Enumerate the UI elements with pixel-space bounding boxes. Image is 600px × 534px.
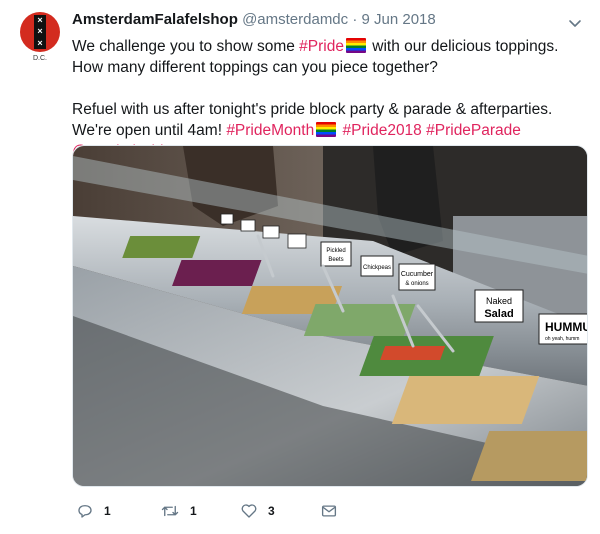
direct-message-button[interactable] [320, 502, 338, 520]
heart-icon [241, 504, 257, 518]
sign-text: Pickled [326, 248, 345, 254]
sign-cucumber: Cucumber & onions [398, 263, 436, 291]
sign-naked-salad: Naked Salad [474, 289, 524, 323]
sign-text: Naked [486, 296, 512, 306]
sign-hummus: HUMMU oh yeah, humm [538, 313, 588, 345]
avatar-band: × × × [34, 15, 46, 49]
retweet-count: 1 [190, 504, 197, 518]
sign-text: Chickpeas [363, 265, 391, 271]
reply-count: 1 [104, 504, 111, 518]
sign-pickled-beets: Pickled Beets [320, 241, 352, 267]
tweet-header: AmsterdamFalafelshop @amsterdamdc · 9 Ju… [72, 11, 436, 28]
tray-red-cabbage [172, 260, 262, 286]
tweet-photo[interactable]: Naked Salad HUMMU oh yeah, humm Cucumber… [72, 145, 588, 487]
envelope-icon [321, 505, 337, 517]
tweet-paragraph-1: We challenge you to show some #Pride wit… [72, 36, 582, 78]
tweet-actions: 1 1 3 [72, 500, 372, 522]
sign-text: HUMMU [545, 320, 588, 334]
sign-text: Beets [328, 257, 343, 263]
text-segment: We challenge you to show some [72, 38, 300, 55]
hashtag-prideparade[interactable]: #PrideParade [426, 122, 521, 139]
avatar[interactable]: × × × [20, 12, 60, 52]
photo-illustration: Naked Salad HUMMU oh yeah, humm Cucumber… [73, 146, 588, 486]
retweet-button[interactable]: 1 [160, 502, 197, 520]
sign-chickpeas: Chickpeas [360, 255, 394, 277]
avatar-mark: × [37, 37, 43, 48]
like-count: 3 [268, 504, 275, 518]
like-button[interactable]: 3 [240, 502, 275, 520]
rainbow-flag-icon [316, 122, 337, 137]
rainbow-flag-icon [345, 38, 366, 53]
avatar-mark: × [37, 26, 43, 37]
tray-falafel [471, 431, 587, 481]
sign-text: Salad [484, 308, 513, 320]
avatar-caption: D.C. [33, 55, 47, 62]
tweet: × × × D.C. AmsterdamFalafelshop @amsterd… [0, 0, 600, 534]
display-name[interactable]: AmsterdamFalafelshop [72, 11, 238, 28]
retweet-icon [161, 505, 179, 517]
avatar-mark: × [37, 15, 43, 26]
user-handle[interactable]: @amsterdamdc [242, 11, 348, 28]
chevron-down-icon[interactable] [568, 16, 582, 30]
tray-salad-tomato [380, 346, 446, 360]
hashtag-pride2018[interactable]: #Pride2018 [343, 122, 422, 139]
reply-button[interactable]: 1 [76, 502, 111, 520]
sign-text: oh yeah, humm [545, 336, 579, 342]
tweet-date[interactable]: 9 Jun 2018 [362, 11, 436, 28]
hashtag-pridemonth[interactable]: #PrideMonth [226, 122, 314, 139]
sign-text: Cucumber [401, 271, 434, 278]
sign-text: & onions [405, 281, 428, 287]
tray-hummus [391, 376, 540, 424]
tray-greens [122, 236, 201, 258]
separator: · [352, 11, 358, 28]
tweet-text: We challenge you to show some #Pride wit… [72, 36, 582, 162]
hashtag-pride[interactable]: #Pride [299, 38, 344, 55]
reply-icon [78, 505, 92, 518]
